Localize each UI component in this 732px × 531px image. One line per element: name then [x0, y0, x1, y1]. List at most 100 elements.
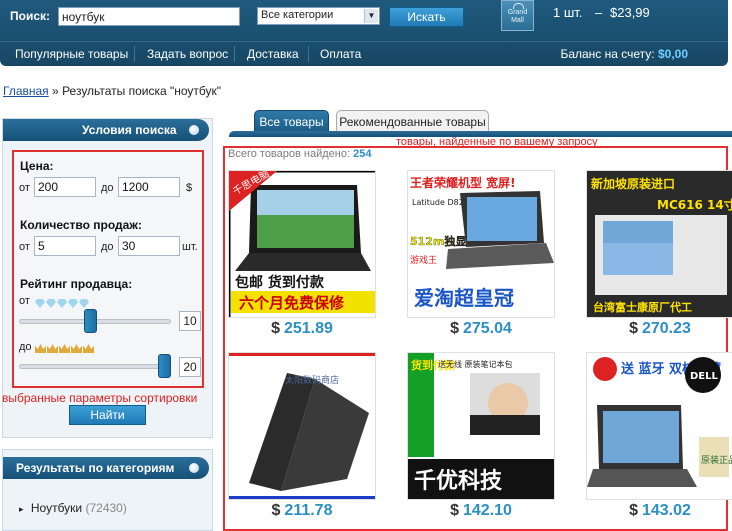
- breadcrumb: Главная » Результаты поиска "ноутбук": [3, 84, 221, 98]
- nav-ask-question[interactable]: Задать вопрос: [147, 47, 228, 61]
- crown-icon: [35, 344, 46, 353]
- crown-icon: [83, 344, 94, 353]
- product-image-badge: 王者荣耀机型 宽屏!: [410, 175, 516, 190]
- price-value: 143.02: [641, 502, 691, 519]
- product-price: $251.89: [228, 320, 376, 338]
- cart-dash: –: [595, 5, 603, 20]
- product-image[interactable]: 千思电脑 包邮 货到付款 六个月免费保修: [228, 170, 376, 318]
- sales-from-input[interactable]: [34, 236, 96, 256]
- main-nav: Популярные товары Задать вопрос Доставка…: [0, 41, 728, 66]
- chevron-down-icon[interactable]: ▼: [364, 9, 378, 23]
- category-item[interactable]: ▸ Ноутбуки (72430): [19, 501, 127, 515]
- rating-from-value: 10: [179, 311, 201, 331]
- nav-divider: [134, 46, 135, 62]
- diamond-icon: [57, 299, 67, 308]
- category-item-count: (72430): [85, 501, 127, 515]
- price-to-input[interactable]: [118, 177, 180, 197]
- price-from-label: от: [19, 182, 30, 194]
- crown-icon: [71, 344, 82, 353]
- price-from-input[interactable]: [34, 177, 96, 197]
- account-balance: Баланс на счету: $0,00: [560, 47, 688, 61]
- sales-to-input[interactable]: [118, 236, 180, 256]
- filter-box: Цена: от до $ Количество продаж: от до ш…: [12, 150, 204, 388]
- nav-delivery[interactable]: Доставка: [247, 47, 299, 61]
- product-card[interactable]: 送 蓝牙 双核超薄 DELL 原装正品 $143.02: [586, 352, 732, 530]
- top-header: Поиск: Все категории ▼ Искать Grand Mall…: [0, 0, 728, 66]
- product-image-caption-game: 游戏王: [410, 254, 437, 266]
- product-image-caption: MC616 14寸: [657, 197, 732, 212]
- product-card[interactable]: 王者荣耀机型 宽屏! Latitude D820 512m独显 游戏王 爱淘超皇…: [407, 170, 555, 348]
- price-value: 270.23: [641, 320, 691, 337]
- search-button[interactable]: Искать: [389, 7, 464, 27]
- price-label: Цена:: [20, 159, 54, 173]
- nav-divider: [308, 46, 309, 62]
- product-image[interactable]: 送 蓝牙 双核超薄 DELL 原装正品: [586, 352, 732, 500]
- product-image-caption-2: 爱淘超皇冠: [414, 286, 514, 310]
- price-to-label: до: [101, 182, 114, 194]
- product-image[interactable]: 王者荣耀机型 宽屏! Latitude D820 512m独显 游戏王 爱淘超皇…: [407, 170, 555, 318]
- rating-from-slider-thumb[interactable]: [84, 309, 98, 333]
- laptop-image: 太阳数码商店: [229, 353, 375, 499]
- sales-from-label: от: [19, 241, 30, 253]
- product-image[interactable]: 太阳数码商店: [228, 352, 376, 500]
- found-label-text: Всего товаров найдено:: [228, 148, 351, 160]
- product-image-watermark: 太阳数码商店: [285, 374, 339, 386]
- search-label: Поиск:: [10, 9, 51, 23]
- product-image[interactable]: 新加坡原装进口 MC616 14寸 台湾富士康原厂代工: [586, 170, 732, 318]
- laptop-image: 新加坡原装进口 MC616 14寸 台湾富士康原厂代工: [587, 171, 732, 317]
- rating-to-slider-thumb[interactable]: [158, 354, 171, 378]
- product-card[interactable]: 太阳数码商店 $211.78: [228, 352, 376, 530]
- product-price: $143.02: [586, 502, 732, 520]
- category-item-label: Ноутбуки: [30, 501, 83, 515]
- product-image[interactable]: 货到付款 送无线 原装笔记本包 千优科技: [407, 352, 555, 500]
- category-select[interactable]: Все категории ▼: [257, 7, 380, 25]
- search-input[interactable]: [58, 7, 240, 26]
- product-card[interactable]: 货到付款 送无线 原装笔记本包 千优科技 $142.10: [407, 352, 555, 530]
- rating-from-label: от: [19, 295, 30, 307]
- price-value: 275.04: [462, 320, 512, 337]
- product-price: $270.23: [586, 320, 732, 338]
- search-conditions-title: Условия поиска: [82, 123, 177, 137]
- sales-to-label: до: [101, 241, 114, 253]
- currency-symbol: $: [629, 502, 638, 519]
- price-value: 251.89: [283, 320, 333, 337]
- breadcrumb-separator: »: [52, 84, 59, 98]
- laptop-image: 货到付款 送无线 原装笔记本包 千优科技: [408, 353, 554, 499]
- nav-popular[interactable]: Популярные товары: [15, 47, 128, 61]
- cart-total[interactable]: $23,99: [610, 5, 650, 20]
- product-image-caption: 送无线 原装笔记本包: [438, 359, 513, 369]
- rating-to-value: 20: [179, 357, 201, 377]
- product-price: $211.78: [228, 502, 376, 520]
- grand-mall-bag-icon[interactable]: Grand Mall: [501, 0, 534, 31]
- product-image-badge: 新加坡原装进口: [591, 176, 675, 191]
- collapse-dot-icon[interactable]: [189, 125, 199, 135]
- product-image-caption-2: 千优科技: [414, 468, 503, 494]
- product-image-model: Latitude D820: [412, 198, 469, 207]
- diamond-icon: [79, 299, 89, 308]
- crown-icon: [47, 344, 58, 353]
- rating-label: Рейтинг продавца:: [20, 277, 133, 291]
- category-results-panel: Результаты по категориям ▸ Ноутбуки (724…: [2, 449, 213, 531]
- product-image-caption-2: 台湾富士康原厂代工: [593, 300, 692, 314]
- currency-symbol: $: [629, 320, 638, 337]
- collapse-dot-icon[interactable]: [189, 463, 199, 473]
- found-count-value: 254: [353, 148, 372, 160]
- nav-payment[interactable]: Оплата: [320, 47, 361, 61]
- search-conditions-panel: Условия поиска Цена: от до $ Количество …: [2, 118, 213, 438]
- selected-params-note: выбранные параметры сортировки: [2, 391, 198, 405]
- breadcrumb-home-link[interactable]: Главная: [3, 84, 49, 98]
- rating-to-slider-track[interactable]: [19, 364, 171, 369]
- product-card[interactable]: 新加坡原装进口 MC616 14寸 台湾富士康原厂代工 $270.23: [586, 170, 732, 348]
- balance-value: $0,00: [657, 47, 688, 61]
- diamond-icon: [68, 299, 78, 308]
- product-image-brand: DELL: [690, 371, 719, 382]
- currency-symbol: $: [271, 502, 281, 519]
- laptop-image: 送 蓝牙 双核超薄 DELL 原装正品: [587, 353, 732, 499]
- laptop-image: 王者荣耀机型 宽屏! Latitude D820 512m独显 游戏王 爱淘超皇…: [408, 171, 554, 317]
- mall-label-1: Grand: [507, 9, 528, 16]
- find-button[interactable]: Найти: [69, 405, 146, 425]
- product-card[interactable]: 千思电脑 包邮 货到付款 六个月免费保修 $251.89: [228, 170, 376, 348]
- product-image-caption-2: 六个月免费保修: [239, 294, 345, 312]
- cart-count[interactable]: 1 шт.: [553, 5, 582, 20]
- category-results-header: Результаты по категориям: [3, 457, 209, 479]
